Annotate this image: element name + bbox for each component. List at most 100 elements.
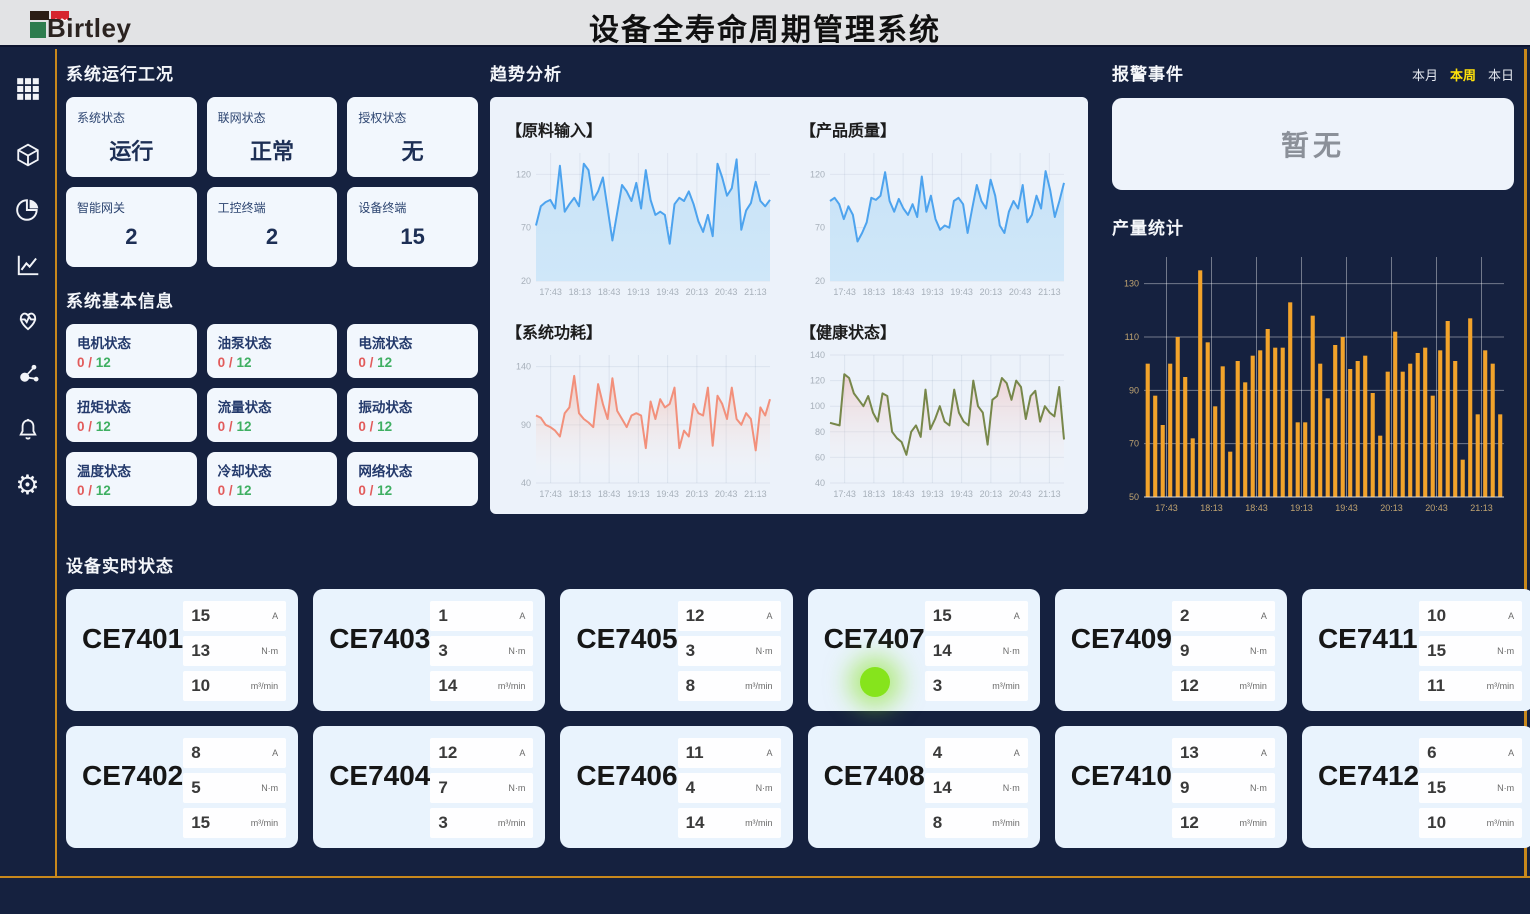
info-card-cooling: 冷却状态0 / 12 [207,452,338,506]
info-card-temperature: 温度状态0 / 12 [66,452,197,506]
svg-text:21:13: 21:13 [744,489,767,499]
svg-text:110: 110 [1125,332,1139,342]
grid-icon[interactable] [14,75,42,103]
svg-text:20:13: 20:13 [980,287,1003,297]
heart-pulse-icon[interactable] [14,306,42,334]
status-card-gateway: 智能网关2 [66,187,197,267]
svg-text:18:13: 18:13 [863,489,886,499]
svg-text:120: 120 [516,169,531,179]
svg-text:19:43: 19:43 [1335,503,1358,513]
svg-text:18:13: 18:13 [1200,503,1223,513]
svg-text:18:13: 18:13 [863,287,886,297]
section-title-alarm: 报警事件 [1112,60,1184,85]
section-title-devices: 设备实时状态 [66,552,1514,577]
svg-text:20:13: 20:13 [686,287,709,297]
alarm-column: 报警事件 本月 本周 本日 暂无 产量统计 50709011013017:431… [1112,60,1514,515]
device-grid: CE7401 15A 13N·m 10m³/min CE7403 1A 3N·m… [66,589,1514,848]
device-card-ce7409[interactable]: CE7409 2A 9N·m 12m³/min [1055,589,1287,711]
svg-text:17:43: 17:43 [833,489,856,499]
raw-input-chart: 207012017:4318:1318:4319:1319:4320:1320:… [506,143,778,299]
svg-text:120: 120 [810,375,825,385]
svg-text:60: 60 [815,452,825,462]
svg-text:17:43: 17:43 [833,287,856,297]
dashboard-root: Birtley 设备全寿命周期管理系统 ⚙ 系统运行工况 [0,0,1530,914]
info-card-pump: 油泵状态0 / 12 [207,324,338,378]
alarm-tabs: 本月 本周 本日 [1412,65,1514,84]
top-header: Birtley 设备全寿命周期管理系统 [0,0,1530,47]
svg-text:20:43: 20:43 [1425,503,1448,513]
svg-text:120: 120 [810,169,825,179]
svg-text:17:43: 17:43 [1155,503,1178,513]
tab-this-week[interactable]: 本周 [1450,65,1476,84]
svg-text:21:13: 21:13 [1038,489,1061,499]
status-card-system: 系统状态运行 [66,97,197,177]
svg-text:19:13: 19:13 [627,489,650,499]
svg-text:18:43: 18:43 [598,287,621,297]
svg-text:40: 40 [521,478,531,488]
bell-icon[interactable] [14,416,42,444]
svg-text:19:13: 19:13 [921,489,944,499]
svg-text:50: 50 [1129,492,1139,502]
nav-sidebar: ⚙ [0,49,57,878]
svg-text:90: 90 [521,419,531,429]
device-card-ce7410[interactable]: CE7410 13A 9N·m 12m³/min [1055,726,1287,848]
info-card-vibration: 振动状态0 / 12 [347,388,478,442]
tab-today[interactable]: 本日 [1488,65,1514,84]
power-chart: 409014017:4318:1318:4319:1319:4320:1320:… [506,345,778,501]
svg-text:19:43: 19:43 [656,489,679,499]
production-bar-chart: 50709011013017:4318:1318:4319:1319:4320:… [1112,247,1512,515]
device-card-ce7407[interactable]: CE7407 15A 14N·m 3m³/min [808,589,1040,711]
svg-text:20:43: 20:43 [1009,287,1032,297]
svg-text:80: 80 [815,426,825,436]
alarm-header: 报警事件 本月 本周 本日 [1112,60,1514,85]
system-info-grid: 电机状态0 / 12 油泵状态0 / 12 电流状态0 / 12 扭矩状态0 /… [66,324,478,506]
status-card-network: 联网状态正常 [207,97,338,177]
line-chart-icon[interactable] [14,251,42,279]
footer-strip [0,878,1530,914]
device-card-ce7402[interactable]: CE7402 8A 5N·m 15m³/min [66,726,298,848]
tab-this-month[interactable]: 本月 [1412,65,1438,84]
info-card-motor: 电机状态0 / 12 [66,324,197,378]
svg-text:18:13: 18:13 [569,287,592,297]
svg-text:18:43: 18:43 [598,489,621,499]
health-chart: 40608010012014017:4318:1318:4319:1319:43… [800,345,1072,501]
cube-icon[interactable] [14,141,42,169]
svg-text:21:13: 21:13 [744,287,767,297]
svg-text:20:43: 20:43 [715,489,738,499]
svg-text:20:43: 20:43 [1009,489,1032,499]
page-title: 设备全寿命周期管理系统 [0,5,1530,49]
svg-text:19:43: 19:43 [950,489,973,499]
pie-chart-icon[interactable] [14,196,42,224]
device-card-ce7406[interactable]: CE7406 11A 4N·m 14m³/min [560,726,792,848]
product-quality-chart: 207012017:4318:1318:4319:1319:4320:1320:… [800,143,1072,299]
device-card-ce7405[interactable]: CE7405 12A 3N·m 8m³/min [560,589,792,711]
device-card-ce7408[interactable]: CE7408 4A 14N·m 8m³/min [808,726,1040,848]
svg-text:40: 40 [815,478,825,488]
svg-text:20:43: 20:43 [715,287,738,297]
device-card-ce7404[interactable]: CE7404 12A 7N·m 3m³/min [313,726,545,848]
info-card-net: 网络状态0 / 12 [347,452,478,506]
svg-text:70: 70 [815,223,825,233]
device-card-ce7401[interactable]: CE7401 15A 13N·m 10m³/min [66,589,298,711]
device-card-ce7412[interactable]: CE7412 6A 15N·m 10m³/min [1302,726,1530,848]
molecule-icon[interactable] [14,361,42,389]
svg-text:70: 70 [521,223,531,233]
svg-text:20: 20 [815,276,825,286]
svg-text:140: 140 [810,350,825,360]
device-card-ce7403[interactable]: CE7403 1A 3N·m 14m³/min [313,589,545,711]
svg-text:18:43: 18:43 [1245,503,1268,513]
gear-icon[interactable]: ⚙ [14,471,42,499]
trend-chart-health: 【健康状态】 40608010012014017:4318:1318:4319:… [800,305,1072,507]
device-card-ce7411[interactable]: CE7411 10A 15N·m 11m³/min [1302,589,1530,711]
svg-text:19:13: 19:13 [1290,503,1313,513]
svg-text:21:13: 21:13 [1038,287,1061,297]
devices-section: 设备实时状态 CE7401 15A 13N·m 10m³/min CE7403 … [66,552,1514,848]
svg-text:70: 70 [1129,439,1139,449]
alarm-empty-text: 暂无 [1281,124,1345,164]
svg-text:18:13: 18:13 [569,489,592,499]
svg-text:19:43: 19:43 [656,287,679,297]
svg-text:20: 20 [521,276,531,286]
system-column: 系统运行工况 系统状态运行 联网状态正常 授权状态无 智能网关2 工控终端2 设… [66,60,478,506]
svg-text:20:13: 20:13 [1380,503,1403,513]
status-card-devices: 设备终端15 [347,187,478,267]
